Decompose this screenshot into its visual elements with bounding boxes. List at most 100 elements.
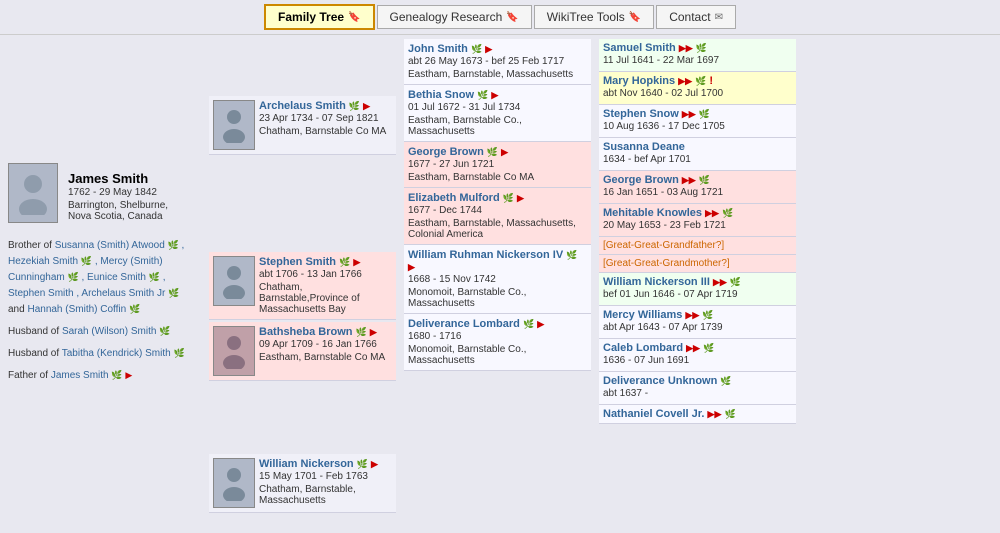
- sibling-hannah-leaf: 🌿: [129, 304, 140, 314]
- deliverance-unknown-name[interactable]: Deliverance Unknown 🌿: [603, 375, 792, 387]
- ggm-link[interactable]: [Great-Great-Grandmother?]: [603, 258, 792, 269]
- navigation-bar: Family Tree 🔖 Genealogy Research 🔖 WikiT…: [0, 0, 1000, 35]
- susanna-deane-name[interactable]: Susanna Deane: [603, 141, 792, 153]
- william-nickerson-card: William Nickerson 🌿 ▶ 15 May 1701 - Feb …: [209, 454, 396, 513]
- tab-family-tree[interactable]: Family Tree 🔖: [264, 4, 375, 30]
- tab-contact-icon: ✉: [715, 12, 723, 23]
- bethia-snow-card: Bethia Snow 🌿 ▶ 01 Jul 1672 - 31 Jul 173…: [404, 85, 591, 142]
- james-smith-avatar: [8, 163, 58, 223]
- william-nickerson-dates: 15 May 1701 - Feb 1763: [259, 470, 392, 484]
- stephen-smith-info: Stephen Smith 🌿 ▶ abt 1706 - 13 Jan 1766…: [259, 256, 392, 315]
- tab-wikitree-tools[interactable]: WikiTree Tools 🔖: [534, 5, 654, 29]
- stephen-smith-location: Chatham, Barnstable,Province of Massachu…: [259, 282, 392, 315]
- deliverance-unknown-card: Deliverance Unknown 🌿 abt 1637 -: [599, 372, 796, 405]
- caleb-lombard-dates: 1636 - 07 Jun 1691: [603, 354, 792, 368]
- susanna-deane-card: Susanna Deane 1634 - bef Apr 1701: [599, 138, 796, 171]
- father-leaf: 🌿: [111, 370, 122, 380]
- samuel-smith-name[interactable]: Samuel Smith ▶▶ 🌿: [603, 42, 792, 54]
- spouse1-link[interactable]: Sarah (Wilson) Smith: [62, 326, 156, 337]
- william-nickerson-iv-card: William Ruhman Nickerson IV 🌿 ▶ 1668 - 1…: [404, 245, 591, 314]
- sibling-eunice-leaf: 🌿: [149, 272, 160, 282]
- sibling-mercy-leaf: 🌿: [68, 272, 79, 282]
- spouse2-label: Husband of: [8, 348, 62, 359]
- archelaus-smith-location: Chatham, Barnstable Co MA: [259, 126, 386, 137]
- main-content: James Smith 1762 - 29 May 1842 Barringto…: [0, 35, 1000, 533]
- george-brown-2-dates: 16 Jan 1651 - 03 Aug 1721: [603, 186, 792, 200]
- bathsheba-brown-location: Eastham, Barnstable Co MA: [259, 352, 385, 363]
- william-nickerson-avatar: [213, 458, 255, 508]
- mary-hopkins-name[interactable]: Mary Hopkins ▶▶ 🌿 !: [603, 75, 792, 87]
- william-nickerson-name[interactable]: William Nickerson 🌿 ▶: [259, 458, 392, 470]
- sibling-archelaus-jr[interactable]: , Archelaus Smith Jr: [76, 288, 165, 299]
- sibling-susanna[interactable]: Susanna (Smith) Atwood: [55, 240, 165, 251]
- bethia-snow-location: Eastham, Barnstable Co., Massachusetts: [408, 115, 587, 137]
- father-label: Father of: [8, 370, 51, 381]
- stephen-smith-dates: abt 1706 - 13 Jan 1766: [259, 268, 392, 282]
- sibling-susanna-leaf: 🌿: [168, 240, 179, 250]
- spouse1-leaf: 🌿: [159, 326, 170, 336]
- deliverance-lombard-location: Monomoit, Barnstable Co., Massachusetts: [408, 344, 587, 366]
- william-nickerson-iv-name[interactable]: William Ruhman Nickerson IV 🌿 ▶: [408, 249, 587, 273]
- sibling-eunice[interactable]: , Eunice Smith: [82, 272, 146, 283]
- father-link[interactable]: James Smith: [51, 370, 109, 381]
- stephen-smith-card: Stephen Smith 🌿 ▶ abt 1706 - 13 Jan 1766…: [209, 252, 396, 320]
- elizabeth-mulford-dates: 1677 - Dec 1744: [408, 204, 587, 218]
- deliverance-lombard-dates: 1680 - 1716: [408, 330, 587, 344]
- george-brown-1-dates: 1677 - 27 Jun 1721: [408, 158, 587, 172]
- john-smith-name[interactable]: John Smith 🌿 ▶: [408, 43, 587, 55]
- william-nickerson-location: Chatham, Barnstable, Massachusetts: [259, 484, 392, 506]
- tab-genealogy-research-label: Genealogy Research: [390, 10, 503, 24]
- caleb-lombard-name[interactable]: Caleb Lombard ▶▶ 🌿: [603, 342, 792, 354]
- ggf-link[interactable]: [Great-Great-Grandfather?]: [603, 240, 792, 251]
- siblings-section: Brother of Susanna (Smith) Atwood 🌿 , He…: [8, 238, 197, 318]
- ggf-link-card: [Great-Great-Grandfather?]: [599, 237, 796, 255]
- tab-wikitree-tools-label: WikiTree Tools: [547, 10, 625, 24]
- tab-genealogy-research[interactable]: Genealogy Research 🔖: [377, 5, 532, 29]
- stephen-snow-name[interactable]: Stephen Snow ▶▶ 🌿: [603, 108, 792, 120]
- john-smith-card: John Smith 🌿 ▶ abt 26 May 1673 - bef 25 …: [404, 39, 591, 85]
- mehitable-knowles-name[interactable]: Mehitable Knowles ▶▶ 🌿: [603, 207, 792, 219]
- elizabeth-mulford-card: Elizabeth Mulford 🌿 ▶ 1677 - Dec 1744 Ea…: [404, 188, 591, 245]
- archelaus-smith-card: Archelaus Smith 🌿 ▶ 23 Apr 1734 - 07 Sep…: [209, 96, 396, 155]
- samuel-smith-card: Samuel Smith ▶▶ 🌿 11 Jul 1641 - 22 Mar 1…: [599, 39, 796, 72]
- tab-genealogy-research-icon: 🔖: [506, 12, 518, 23]
- mercy-williams-name[interactable]: Mercy Williams ▶▶ 🌿: [603, 309, 792, 321]
- deliverance-lombard-name[interactable]: Deliverance Lombard 🌿 ▶: [408, 318, 587, 330]
- william-nickerson-iii-name[interactable]: William Nickerson III ▶▶ 🌿: [603, 276, 792, 288]
- james-smith-info: James Smith 1762 - 29 May 1842 Barringto…: [64, 163, 197, 230]
- george-brown-2-name[interactable]: George Brown ▶▶ 🌿: [603, 174, 792, 186]
- stephen-smith-name[interactable]: Stephen Smith 🌿 ▶: [259, 256, 392, 268]
- deliverance-lombard-card: Deliverance Lombard 🌿 ▶ 1680 - 1716 Mono…: [404, 314, 591, 371]
- bathsheba-brown-info: Bathsheba Brown 🌿 ▶ 09 Apr 1709 - 16 Jan…: [259, 326, 385, 363]
- sibling-hannah[interactable]: Hannah (Smith) Coffin: [27, 304, 126, 315]
- caleb-lombard-card: Caleb Lombard ▶▶ 🌿 1636 - 07 Jun 1691: [599, 339, 796, 372]
- spouse1-section: Husband of Sarah (Wilson) Smith 🌿: [8, 324, 197, 340]
- elizabeth-mulford-name[interactable]: Elizabeth Mulford 🌿 ▶: [408, 192, 587, 204]
- ggm-link-card: [Great-Great-Grandmother?]: [599, 255, 796, 273]
- tab-wikitree-tools-icon: 🔖: [629, 12, 641, 23]
- john-smith-dates: abt 26 May 1673 - bef 25 Feb 1717: [408, 55, 587, 69]
- archelaus-smith-name[interactable]: Archelaus Smith 🌿 ▶: [259, 100, 386, 112]
- col-grandparents: John Smith 🌿 ▶ abt 26 May 1673 - bef 25 …: [400, 35, 595, 533]
- tab-contact[interactable]: Contact ✉: [656, 5, 736, 29]
- spouse2-link[interactable]: Tabitha (Kendrick) Smith: [62, 348, 171, 359]
- father-section: Father of James Smith 🌿 ▶: [8, 368, 197, 384]
- tab-contact-label: Contact: [669, 10, 710, 24]
- james-smith-dates: 1762 - 29 May 1842: [68, 186, 193, 200]
- deliverance-unknown-dates: abt 1637 -: [603, 387, 792, 401]
- nathaniel-covell-name[interactable]: Nathaniel Covell Jr. ▶▶ 🌿: [603, 408, 792, 420]
- mercy-williams-dates: abt Apr 1643 - 07 Apr 1739: [603, 321, 792, 335]
- william-nickerson-iv-dates: 1668 - 15 Nov 1742: [408, 273, 587, 287]
- susanna-deane-dates: 1634 - bef Apr 1701: [603, 153, 792, 167]
- tab-family-tree-icon: 🔖: [348, 12, 360, 23]
- george-brown-1-card: George Brown 🌿 ▶ 1677 - 27 Jun 1721 East…: [404, 142, 591, 188]
- bethia-snow-name[interactable]: Bethia Snow 🌿 ▶: [408, 89, 587, 101]
- col-great-grandparents: Samuel Smith ▶▶ 🌿 11 Jul 1641 - 22 Mar 1…: [595, 35, 800, 533]
- spouse1-label: Husband of: [8, 326, 62, 337]
- siblings-label: Brother of: [8, 240, 55, 251]
- bathsheba-brown-name[interactable]: Bathsheba Brown 🌿 ▶: [259, 326, 385, 338]
- mercy-williams-card: Mercy Williams ▶▶ 🌿 abt Apr 1643 - 07 Ap…: [599, 306, 796, 339]
- elizabeth-mulford-location: Eastham, Barnstable, Massachusetts, Colo…: [408, 218, 587, 240]
- spouse2-section: Husband of Tabitha (Kendrick) Smith 🌿: [8, 346, 197, 362]
- george-brown-1-name[interactable]: George Brown 🌿 ▶: [408, 146, 587, 158]
